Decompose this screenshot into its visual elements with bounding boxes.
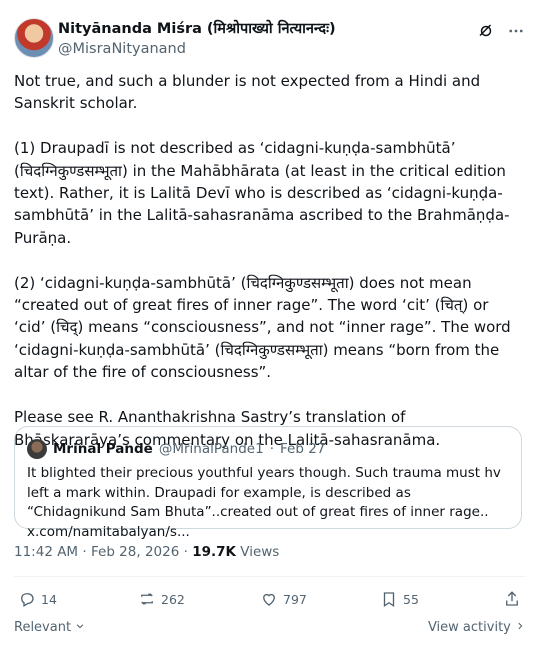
- divider: [14, 576, 525, 577]
- quoted-author-handle: @MrinalPande1: [158, 441, 264, 457]
- tweet-meta: 11:42 AM · Feb 28, 2026 · 19.7K Views: [14, 544, 279, 560]
- grok-icon[interactable]: [477, 22, 495, 44]
- bookmark-count: 55: [403, 591, 419, 607]
- like-count: 797: [283, 591, 307, 607]
- repost-icon: [141, 593, 153, 605]
- views-count: 19.7K: [192, 544, 236, 560]
- like-icon: [263, 593, 275, 606]
- views-label: Views: [240, 544, 280, 560]
- quoted-tweet-text: It blighted their precious youthful year…: [27, 465, 501, 540]
- author-handle[interactable]: @MisraNityanand: [58, 40, 336, 58]
- quoted-tweet-header: Mrinal Pande @MrinalPande1 · Feb 27: [27, 439, 325, 459]
- quoted-author-avatar: [27, 439, 47, 459]
- quoted-author-name: Mrinal Pande: [53, 441, 153, 457]
- chevron-down-icon: [76, 624, 84, 629]
- more-icon[interactable]: [507, 22, 525, 44]
- repost-count: 262: [161, 591, 185, 607]
- author-names: Nityānanda Miśra (मिश्रोपाख्यो नित्यानन्…: [58, 20, 336, 58]
- header-actions: [477, 22, 525, 44]
- author-name[interactable]: Nityānanda Miśra (मिश्रोपाख्यो नित्यानन्…: [58, 20, 336, 38]
- quoted-separator: ·: [269, 441, 274, 457]
- view-activity-label: View activity: [427, 620, 511, 635]
- tweet-text: Not true, and such a blunder is not expe…: [14, 72, 511, 449]
- reply-icon: [21, 593, 34, 607]
- tweet-header: Nityānanda Miśra (मिश्रोपाख्यो नित्यानन्…: [14, 14, 525, 60]
- quoted-date: Feb 27: [280, 441, 326, 457]
- share-icon: [506, 591, 518, 606]
- meta-separator: ·: [183, 544, 188, 560]
- tweet-date[interactable]: Feb 28, 2026: [91, 544, 179, 560]
- bookmark-icon: [383, 592, 395, 608]
- meta-separator: ·: [82, 544, 87, 560]
- sort-replies-button[interactable]: Relevant: [14, 620, 85, 635]
- bookmark-button[interactable]: 55: [380, 590, 419, 608]
- view-activity-link[interactable]: View activity: [428, 620, 525, 635]
- repost-button[interactable]: 262: [138, 590, 185, 608]
- sort-label: Relevant: [14, 620, 72, 635]
- chevron-right-icon: [518, 622, 523, 630]
- share-button[interactable]: [503, 590, 521, 608]
- tweet-time[interactable]: 11:42 AM: [14, 544, 78, 560]
- author-avatar[interactable]: [14, 18, 54, 58]
- action-bar: 14 262 797 55: [14, 590, 525, 610]
- like-button[interactable]: 797: [260, 590, 307, 608]
- reply-count: 14: [41, 591, 57, 607]
- reply-button[interactable]: 14: [18, 590, 57, 608]
- quoted-tweet[interactable]: Mrinal Pande @MrinalPande1 · Feb 27 It b…: [14, 426, 522, 540]
